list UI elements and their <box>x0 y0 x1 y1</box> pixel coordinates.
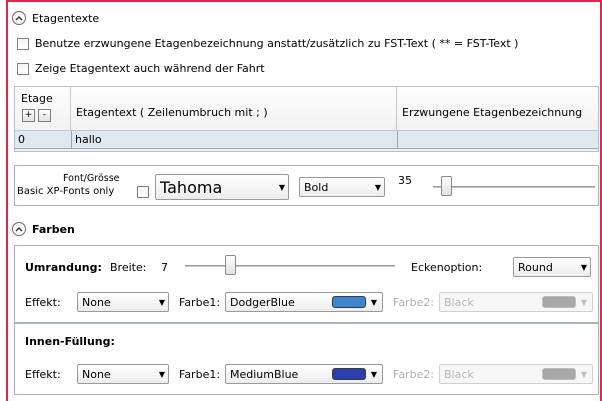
effekt-label: Effekt: <box>25 368 61 381</box>
header-etagentext-label: Etagentext ( Zeilenumbruch mit ; ) <box>76 106 268 119</box>
add-row-button[interactable]: + <box>22 109 35 122</box>
slider-thumb[interactable] <box>441 176 452 196</box>
effekt-label: Effekt: <box>25 296 61 309</box>
show-during-ride-label: Zeige Etagentext auch während der Fahrt <box>35 62 265 75</box>
chevron-down-icon: ▼ <box>374 182 382 192</box>
cell-divider <box>397 131 398 149</box>
color-swatch <box>542 368 576 380</box>
chevron-down-icon: ▼ <box>580 262 588 272</box>
color-swatch <box>332 368 366 380</box>
umrandung-panel: Umrandung: Breite: 7 Eckenoption: Round … <box>14 245 599 323</box>
innen-farbe2-select[interactable]: Black ▼ <box>439 364 593 384</box>
farbe1-label: Farbe1: <box>179 296 221 309</box>
slider-thumb[interactable] <box>225 255 236 275</box>
forced-designation-checkbox[interactable] <box>17 38 29 50</box>
umrandung-title: Umrandung: <box>25 261 102 274</box>
cell-divider <box>71 131 72 149</box>
chevron-up-icon <box>15 227 23 232</box>
header-etage[interactable]: Etage + - <box>15 87 71 130</box>
innen-title: Innen-Füllung: <box>25 335 115 348</box>
font-size-value: 35 <box>398 174 412 187</box>
collapse-etagentexte-button[interactable] <box>12 11 26 25</box>
farbe2-label: Farbe2: <box>393 296 435 309</box>
innen-panel: Innen-Füllung: Effekt: None ▼ Farbe1: Me… <box>14 323 599 395</box>
table-header: Etage + - Etagentext ( Zeilenumbruch mit… <box>15 87 598 131</box>
farbe2-label: Farbe2: <box>393 368 435 381</box>
color-swatch <box>542 296 576 308</box>
font-caption: Font/Grösse <box>63 173 120 184</box>
breite-value: 7 <box>161 261 168 274</box>
chevron-down-icon: ▼ <box>158 369 166 379</box>
farbe2-value: Black <box>444 367 474 381</box>
cell-etagentext[interactable]: hallo <box>75 133 102 147</box>
farbe1-value: MediumBlue <box>230 367 299 381</box>
header-etagentext[interactable]: Etagentext ( Zeilenumbruch mit ; ) <box>71 87 397 130</box>
innen-effekt-select[interactable]: None ▼ <box>77 364 169 384</box>
header-etage-label: Etage <box>21 92 53 105</box>
window-border-top <box>6 0 602 2</box>
chevron-down-icon: ▼ <box>370 369 378 379</box>
show-during-ride-checkbox[interactable] <box>17 63 29 75</box>
chevron-down-icon: ▼ <box>158 297 166 307</box>
chevron-down-icon: ▼ <box>580 369 588 379</box>
cell-etage: 0 <box>18 133 25 146</box>
table-row[interactable]: 0 hallo <box>15 131 598 149</box>
basic-fonts-label: Basic XP-Fonts only <box>17 186 115 197</box>
effekt-value: None <box>82 295 111 309</box>
slider-track <box>185 265 395 267</box>
breite-slider[interactable] <box>185 255 395 277</box>
farbe1-value: DodgerBlue <box>230 295 295 309</box>
font-style-value: Bold <box>304 180 329 194</box>
font-style-select[interactable]: Bold ▼ <box>299 177 385 197</box>
remove-row-button[interactable]: - <box>38 109 51 122</box>
chevron-down-icon: ▼ <box>370 297 378 307</box>
font-family-value: Tahoma <box>160 177 223 197</box>
etagen-table: Etage + - Etagentext ( Zeilenumbruch mit… <box>14 86 599 152</box>
section-title-farben: Farben <box>32 223 75 236</box>
font-size-slider[interactable] <box>433 176 595 198</box>
chevron-down-icon: ▼ <box>580 297 588 307</box>
farbe1-label: Farbe1: <box>179 368 221 381</box>
ecke-select[interactable]: Round ▼ <box>513 257 591 277</box>
color-swatch <box>332 296 366 308</box>
section-title-etagentexte: Etagentexte <box>32 12 100 25</box>
forced-designation-label: Benutze erzwungene Etagenbezeichnung ans… <box>35 37 519 50</box>
chevron-up-icon <box>15 16 23 21</box>
header-forced-label: Erzwungene Etagenbezeichnung <box>402 106 583 119</box>
font-family-select[interactable]: Tahoma ▼ <box>155 174 289 200</box>
slider-track <box>433 186 595 188</box>
innen-farbe1-select[interactable]: MediumBlue ▼ <box>225 364 383 384</box>
ecke-label: Eckenoption: <box>411 261 483 274</box>
breite-label: Breite: <box>110 261 147 274</box>
font-panel: Font/Grösse Basic XP-Fonts only Tahoma ▼… <box>14 165 599 206</box>
collapse-farben-button[interactable] <box>12 222 26 236</box>
farbe2-value: Black <box>444 295 474 309</box>
effekt-value: None <box>82 367 111 381</box>
umrandung-farbe1-select[interactable]: DodgerBlue ▼ <box>225 292 383 312</box>
window-border-left <box>6 0 8 401</box>
ecke-value: Round <box>518 260 553 274</box>
chevron-down-icon: ▼ <box>278 182 286 192</box>
basic-fonts-checkbox[interactable] <box>137 186 149 198</box>
umrandung-effekt-select[interactable]: None ▼ <box>77 292 169 312</box>
header-forced[interactable]: Erzwungene Etagenbezeichnung <box>397 87 598 130</box>
umrandung-farbe2-select[interactable]: Black ▼ <box>439 292 593 312</box>
